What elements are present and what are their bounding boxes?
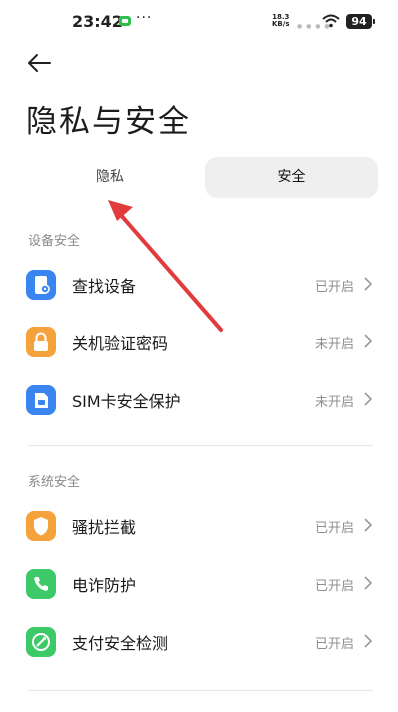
list-item-label: 查找设备 bbox=[72, 277, 137, 296]
shield-icon bbox=[26, 511, 56, 541]
status-text: 未开启 bbox=[314, 395, 354, 410]
tab-security[interactable]: 安全 bbox=[205, 157, 378, 198]
network-speed-unit: KB/s bbox=[272, 20, 290, 28]
list-item-find-device[interactable]: 查找设备 已开启 bbox=[0, 256, 398, 314]
status-text: 已开启 bbox=[314, 637, 354, 652]
chevron-right-icon bbox=[364, 634, 372, 648]
battery-icon: 94 bbox=[346, 14, 375, 29]
chevron-right-icon bbox=[364, 518, 372, 532]
find-device-icon bbox=[26, 270, 56, 300]
chevron-right-icon bbox=[364, 277, 372, 291]
chevron-right-icon bbox=[364, 334, 372, 348]
list-item-shutdown-password[interactable]: 关机验证密码 未开启 bbox=[0, 313, 398, 371]
section-header-device-security: 设备安全 bbox=[28, 234, 81, 249]
status-text: 未开启 bbox=[314, 337, 354, 352]
list-item-label: 支付安全检测 bbox=[72, 634, 169, 653]
network-speed: 18.3 KB/s bbox=[272, 14, 289, 28]
message-notification-icon bbox=[119, 16, 131, 26]
sim-card-icon bbox=[26, 385, 56, 415]
list-item-payment-security[interactable]: 支付安全检测 已开启 bbox=[0, 613, 398, 671]
section-divider bbox=[28, 445, 373, 446]
status-time: 23:42 bbox=[72, 12, 123, 31]
section-header-system-security: 系统安全 bbox=[28, 475, 81, 490]
page-title: 隐私与安全 bbox=[26, 104, 191, 140]
list-item-sim-protection[interactable]: SIM卡安全保护 未开启 bbox=[0, 371, 398, 429]
list-item-label: 关机验证密码 bbox=[72, 334, 169, 353]
back-arrow-icon[interactable] bbox=[26, 52, 54, 74]
more-notifications-indicator: ··· bbox=[136, 10, 153, 26]
status-text: 已开启 bbox=[314, 579, 354, 594]
list-item-label: SIM卡安全保护 bbox=[72, 392, 181, 411]
payment-check-icon bbox=[26, 627, 56, 657]
chevron-right-icon bbox=[364, 576, 372, 590]
status-text: 已开启 bbox=[314, 280, 354, 295]
section-divider bbox=[28, 690, 373, 691]
status-text: 已开启 bbox=[314, 521, 354, 536]
list-item-label: 电诈防护 bbox=[72, 576, 137, 595]
list-item-fraud-protection[interactable]: 电诈防护 已开启 bbox=[0, 555, 398, 613]
status-bar: 23:42 ··· 18.3 KB/s ● ● ● ● 94 bbox=[0, 0, 398, 44]
list-item-harassment-block[interactable]: 骚扰拦截 已开启 bbox=[0, 497, 398, 555]
chevron-right-icon bbox=[364, 392, 372, 406]
phone-icon bbox=[26, 569, 56, 599]
lock-icon bbox=[26, 327, 56, 357]
wifi-icon bbox=[322, 14, 340, 28]
tab-privacy[interactable]: 隐私 bbox=[22, 157, 198, 198]
list-item-label: 骚扰拦截 bbox=[72, 518, 137, 537]
